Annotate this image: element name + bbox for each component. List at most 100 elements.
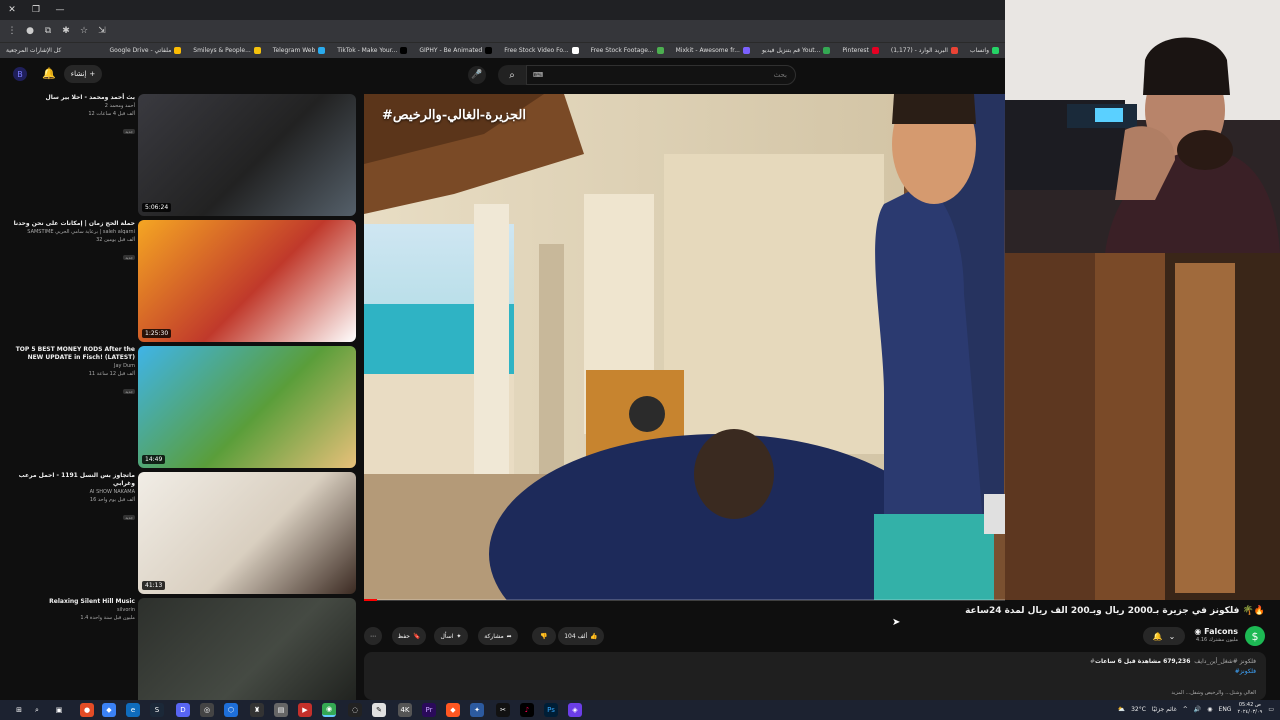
- app-icon-12[interactable]: ◈: [568, 703, 582, 717]
- recommendation-stats: 11 ألف قبل 12 ساعة: [88, 371, 135, 377]
- create-button[interactable]: إنشاء +: [64, 65, 102, 83]
- recommendation-thumbnail[interactable]: [138, 472, 356, 594]
- recommendation-title: ماتجاوز بس النسل 1191 - احمل مرعب وغرابي: [18, 472, 135, 487]
- app-icon-2[interactable]: ◆: [102, 703, 116, 717]
- recommendation-stats: 12 ألف قبل 4 ساعات: [88, 111, 135, 117]
- bookmark-item[interactable]: Telegram Web: [273, 47, 326, 54]
- account-avatar[interactable]: B: [13, 67, 27, 81]
- description-stats: #فلكونز #شغل_أين_دايف 679,236 مشاهدة قبل…: [1090, 658, 1256, 665]
- app-icon-7[interactable]: ▶: [298, 703, 312, 717]
- bookmark-label: Google Drive - ملفاتي: [109, 47, 172, 54]
- star-icon[interactable]: ☆: [78, 25, 90, 37]
- photoshop-icon[interactable]: Ps: [544, 703, 558, 717]
- show-more-link[interactable]: الغالي وشتل... والرخيص وشفل... المزيد: [1171, 690, 1256, 696]
- premiere-icon[interactable]: Pr: [422, 703, 436, 717]
- app-icon-10[interactable]: ◆: [446, 703, 460, 717]
- app-icon-5[interactable]: ♜: [250, 703, 264, 717]
- windows-start-icon[interactable]: ⊞: [12, 703, 26, 717]
- bookmark-item[interactable]: GIPHY - Be Animated: [419, 47, 493, 54]
- video-title: فلكونز في جزيرة بـ2000 ريال وبـ200 الف ر…: [965, 606, 1265, 616]
- recommendation-thumbnail[interactable]: [138, 346, 356, 468]
- recommendation-thumbnail[interactable]: [138, 94, 356, 216]
- keyboard-icon[interactable]: ⌨: [533, 71, 543, 79]
- app-icon-9[interactable]: 4K: [398, 703, 412, 717]
- bookmark-favicon-icon: [485, 47, 493, 54]
- all-bookmarks-link[interactable]: كل الإشارات المرجعية: [6, 47, 61, 54]
- recommendation-item[interactable]: 41:13 ماتجاوز بس النسل 1191 - احمل مرعب و…: [0, 472, 360, 594]
- bookmark-item[interactable]: Pinterest: [842, 47, 879, 54]
- language-indicator[interactable]: ENG: [1219, 706, 1232, 713]
- bookmark-item[interactable]: البريد الوارد - (1,177): [891, 47, 958, 54]
- clock[interactable]: 05:42 ص ٢٠٢٤/٠٣/٠٩: [1237, 702, 1262, 716]
- puzzle-icon[interactable]: ✱: [60, 25, 72, 37]
- save-button[interactable]: حفظ 🔖: [392, 627, 426, 645]
- hashtag-link[interactable]: #فلكونز: [1235, 668, 1256, 675]
- voice-search-mic-icon[interactable]: 🎤: [468, 66, 486, 84]
- steam-icon[interactable]: S: [150, 703, 164, 717]
- bookmark-item[interactable]: Mixkit - Awesome fr...: [676, 47, 750, 54]
- close-window-icon[interactable]: ✕: [0, 5, 24, 15]
- bookmark-item[interactable]: Free Stock Video Fo...: [504, 47, 579, 54]
- subscription-bell-button[interactable]: 🔔 ⌄: [1143, 627, 1185, 645]
- video-actions: ⋯ حفظ 🔖 اسأل ✦ مشاركة ➦ 👎 104 ألف 👍: [364, 627, 1005, 645]
- ask-button[interactable]: اسأل ✦: [434, 627, 468, 645]
- menu-dots-icon[interactable]: ⋮: [6, 25, 18, 37]
- bookmark-item[interactable]: قم بتنزيل فيديو Yout...: [762, 47, 831, 54]
- install-app-icon[interactable]: ⇲: [96, 25, 108, 37]
- bookmark-item[interactable]: Google Drive - ملفاتي: [110, 47, 182, 54]
- obs-icon[interactable]: ◌: [348, 703, 362, 717]
- app-icon-1[interactable]: ●: [80, 703, 94, 717]
- app-icon-8[interactable]: ✎: [372, 703, 386, 717]
- weather-icon: ⛅: [1117, 705, 1126, 713]
- channel-name[interactable]: ◉ Falcons: [1194, 627, 1238, 636]
- mouse-cursor-icon: ➤: [892, 617, 901, 628]
- edge-icon[interactable]: e: [126, 703, 140, 717]
- notifications-bell-icon[interactable]: 🔔: [42, 67, 56, 80]
- video-description[interactable]: #فلكونز #شغل_أين_دايف 679,236 مشاهدة قبل…: [364, 652, 1266, 700]
- recommendation-item[interactable]: 14:49 TOP 5 BEST MONEY RODS After the NEW…: [0, 346, 360, 468]
- bookmark-favicon-icon: [823, 47, 831, 54]
- restore-window-icon[interactable]: ❐: [24, 5, 48, 15]
- profile-icon[interactable]: ●: [24, 25, 36, 37]
- recommendation-item[interactable]: 1:25:30 حملة الحج زمان | إمكانات على نحن …: [0, 220, 360, 342]
- recommendation-thumbnail[interactable]: [138, 220, 356, 342]
- task-view-icon[interactable]: ▣: [52, 703, 66, 717]
- more-actions-button[interactable]: ⋯: [364, 627, 382, 645]
- app-icon-6[interactable]: ▤: [274, 703, 288, 717]
- share-button[interactable]: مشاركة ➦: [478, 627, 518, 645]
- chrome-icon[interactable]: ◉: [322, 703, 336, 717]
- browser-toolbar: ⋮ ● ⧉ ✱ ☆ ⇲: [0, 20, 1005, 42]
- minimize-window-icon[interactable]: —: [48, 5, 72, 15]
- bookmark-item[interactable]: Free Stock Footage...: [591, 47, 664, 54]
- bookmark-item[interactable]: واتساب: [970, 47, 999, 54]
- bookmark-favicon-icon: [400, 47, 408, 54]
- app-icon-11[interactable]: ✦: [470, 703, 484, 717]
- view-count: 679,236 مشاهدة قبل 6 ساعات: [1095, 658, 1191, 665]
- recommendation-item[interactable]: 5:06:24 بث أحمد ومحمد - احلا بير سال أحمد …: [0, 94, 360, 216]
- thumbs-up-icon: 👍: [590, 632, 598, 640]
- network-icon[interactable]: ◉: [1207, 706, 1212, 713]
- like-button[interactable]: 104 ألف 👍: [558, 627, 604, 645]
- search-button[interactable]: ⌕: [498, 65, 526, 85]
- taskbar-search-icon[interactable]: ⌕: [30, 703, 44, 717]
- app-icon-3[interactable]: ◎: [200, 703, 214, 717]
- recommendation-meta: ماتجاوز بس النسل 1191 - احمل مرعب وغرابي…: [3, 472, 135, 523]
- video-player[interactable]: #الجزيرة-الغالي-والرخيص: [364, 94, 1005, 600]
- search-input[interactable]: [526, 65, 796, 85]
- bookmark-item[interactable]: TikTok - Make Your...: [337, 47, 408, 54]
- new-badge: جديد: [123, 129, 135, 134]
- app-icon-4[interactable]: ⬡: [224, 703, 238, 717]
- discord-icon[interactable]: D: [176, 703, 190, 717]
- tray-chevron-icon[interactable]: ^: [1183, 706, 1188, 713]
- bookmark-item[interactable]: Smileys & People...: [193, 47, 261, 54]
- tiktok-icon[interactable]: ♪: [520, 703, 534, 717]
- channel-avatar[interactable]: $: [1245, 626, 1265, 646]
- extension-icon[interactable]: ⧉: [42, 25, 54, 37]
- address-bar[interactable]: [114, 24, 1005, 38]
- dislike-button[interactable]: 👎: [532, 627, 556, 645]
- volume-icon[interactable]: 🔊: [1194, 706, 1201, 713]
- more-dots-icon: ⋯: [370, 632, 376, 640]
- notifications-icon[interactable]: ▭: [1268, 706, 1274, 713]
- capcut-icon[interactable]: ✂: [496, 703, 510, 717]
- video-progress-bar[interactable]: [364, 599, 1005, 601]
